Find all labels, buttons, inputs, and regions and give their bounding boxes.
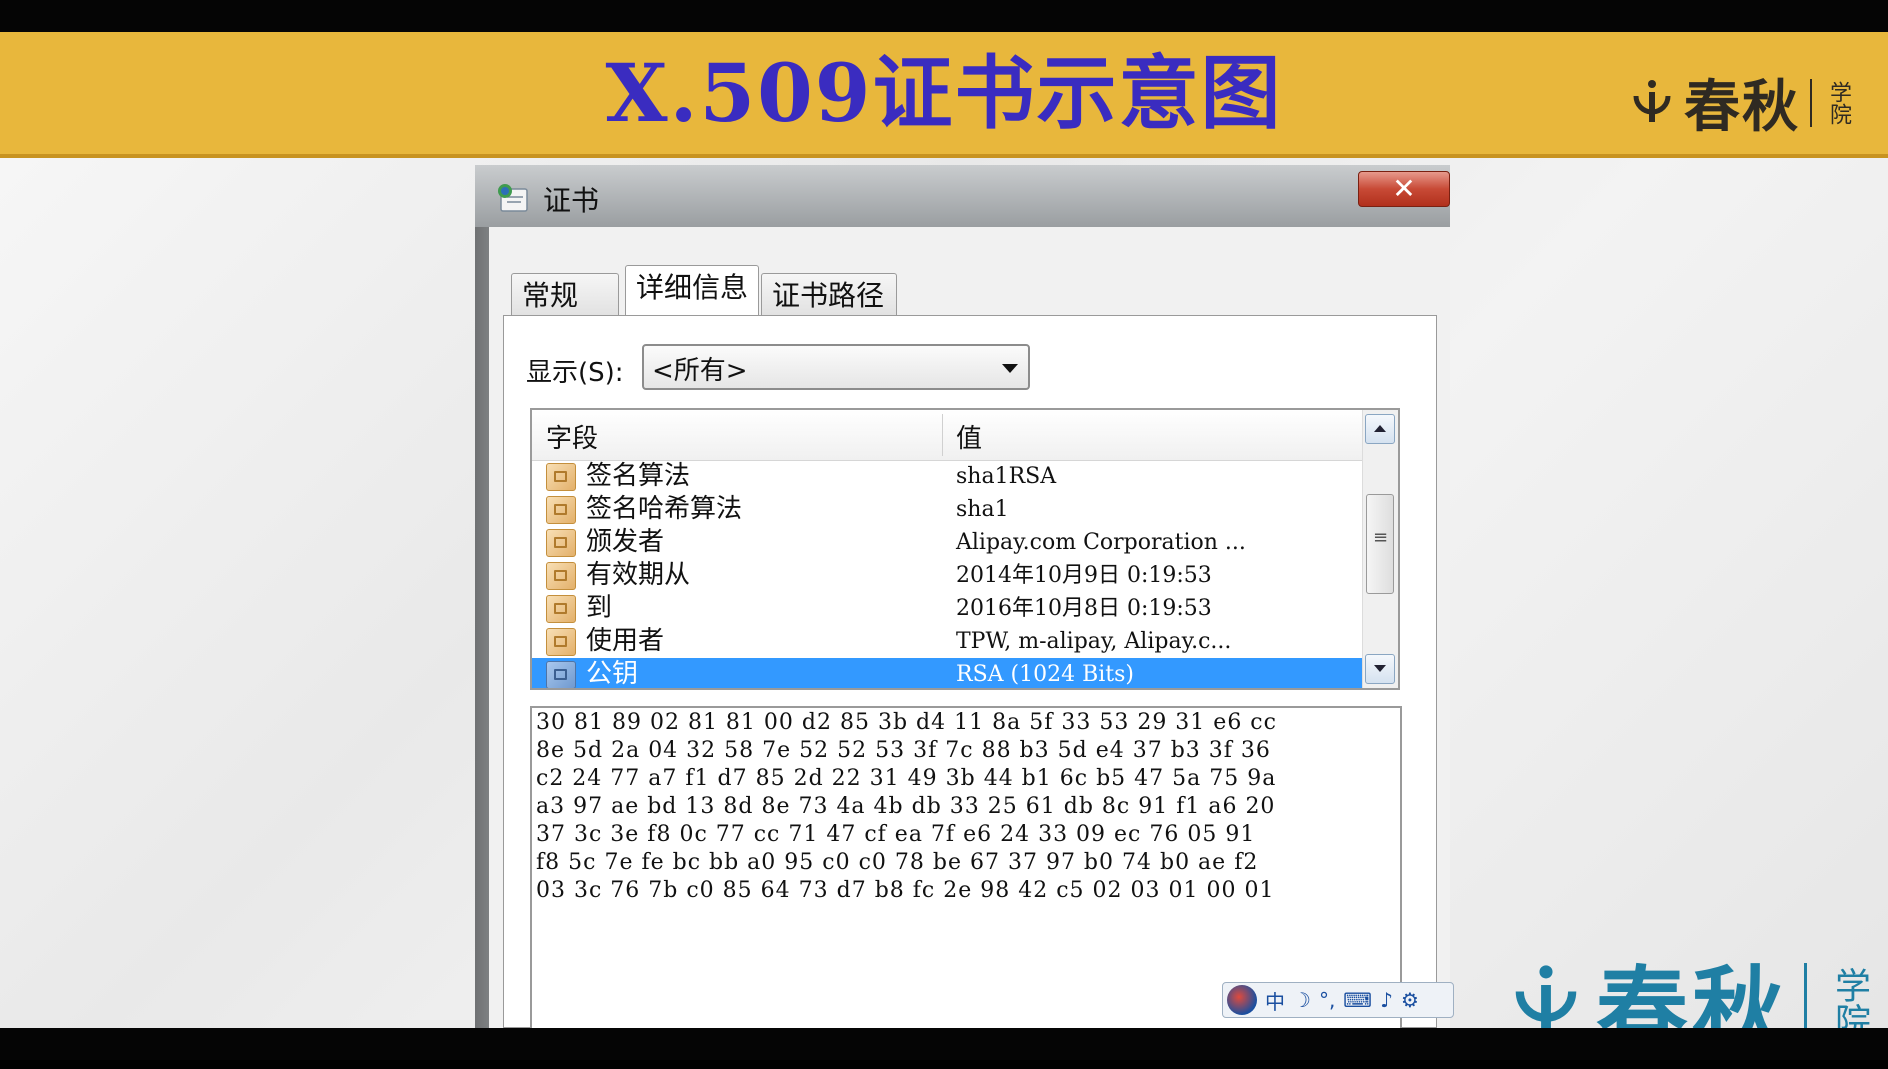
punctuation-icon[interactable]: °, <box>1319 988 1335 1012</box>
brand-logo-top: 春秋 学院 <box>1630 62 1886 143</box>
list-item[interactable]: 签名算法 sha1RSA <box>532 460 1365 493</box>
field-name: 颁发者 <box>586 527 665 557</box>
show-label: 显示(S): <box>526 358 624 388</box>
field-name: 到 <box>586 593 613 623</box>
field-name: 使用者 <box>586 626 665 656</box>
hex-line: 8e 5d 2a 04 32 58 7e 52 52 53 3f 7c 88 b… <box>536 738 1271 763</box>
field-value: TPW, m-alipay, Alipay.c... <box>956 629 1232 654</box>
list-item[interactable]: 颁发者 Alipay.com Corporation ... <box>532 526 1365 559</box>
field-icon <box>546 628 576 656</box>
field-list: 字段 值 签名算法 sha1RSA 签名哈希算法 sha1 颁发者 Alipay… <box>530 408 1400 690</box>
field-icon <box>546 562 576 590</box>
list-rows: 签名算法 sha1RSA 签名哈希算法 sha1 颁发者 Alipay.com … <box>532 460 1365 689</box>
list-item[interactable]: 有效期从 2014年10月9日 0:19:53 <box>532 559 1365 592</box>
list-item[interactable]: 到 2016年10月8日 0:19:53 <box>532 592 1365 625</box>
logo-brand-text: 春秋 <box>1684 75 1800 140</box>
slide-title: X.509证书示意图 <box>605 46 1283 140</box>
gear-icon[interactable]: ⚙ <box>1401 988 1419 1012</box>
list-header: 字段 值 <box>532 410 1365 461</box>
hex-line: f8 5c 7e fe bc bb a0 95 c0 c0 78 be 67 3… <box>536 850 1259 875</box>
logo-sub-text: 学院 <box>1826 80 1851 125</box>
hex-line: 03 3c 76 7b c0 85 64 73 d7 b8 fc 2e 98 4… <box>536 878 1275 903</box>
field-value: 2014年10月9日 0:19:53 <box>956 563 1212 588</box>
microphone-icon[interactable]: ♪ <box>1380 988 1393 1012</box>
list-scrollbar[interactable] <box>1362 410 1398 688</box>
field-name: 公钥 <box>586 659 639 689</box>
ime-mode-button[interactable]: 中 <box>1265 986 1285 1015</box>
field-name: 签名算法 <box>586 461 691 491</box>
hex-line: 37 3c 3e f8 0c 77 cc 71 47 cf ea 7f e6 2… <box>536 822 1256 847</box>
field-value: Alipay.com Corporation ... <box>956 530 1246 555</box>
dialog-title: 证书 <box>543 184 600 217</box>
chevron-down-icon[interactable] <box>1002 364 1018 373</box>
list-item[interactable]: 签名哈希算法 sha1 <box>532 493 1365 526</box>
field-value: 2016年10月8日 0:19:53 <box>956 596 1212 621</box>
ime-logo-icon[interactable] <box>1227 985 1257 1015</box>
field-icon <box>546 661 576 688</box>
field-icon <box>546 529 576 557</box>
field-name: 有效期从 <box>586 560 691 590</box>
keyboard-icon[interactable]: ⌨ <box>1343 988 1372 1012</box>
tab-details[interactable]: 详细信息 <box>625 265 759 315</box>
scroll-thumb[interactable] <box>1366 494 1394 594</box>
field-icon <box>546 496 576 524</box>
dialog-titlebar[interactable]: 证书 ✕ <box>475 165 1450 227</box>
list-item[interactable]: 使用者 TPW, m-alipay, Alipay.c... <box>532 625 1365 658</box>
hex-line: a3 97 ae bd 13 8d 8e 73 4a 4b db 33 25 6… <box>536 794 1276 819</box>
column-header-field[interactable]: 字段 <box>546 418 598 455</box>
slide-header: X.509证书示意图 <box>0 32 1888 158</box>
ime-toolbar[interactable]: 中 ☽ °, ⌨ ♪ ⚙ <box>1222 982 1454 1018</box>
tab-general[interactable]: 常规 <box>511 273 619 315</box>
value-detail-box[interactable]: 30 81 89 02 81 81 00 d2 85 3b d4 11 8a 5… <box>530 706 1402 1028</box>
dialog-client-area: 常规 详细信息 证书路径 显示(S): <所有> 字段 值 签名算法 sha1R… <box>489 227 1450 1028</box>
show-select[interactable]: <所有> <box>642 344 1030 390</box>
certificate-dialog: 证书 ✕ 常规 详细信息 证书路径 显示(S): <所有> 字段 值 签名算法 … <box>475 165 1450 1028</box>
certificate-icon <box>498 184 528 212</box>
logo-divider <box>1810 78 1812 127</box>
close-button[interactable]: ✕ <box>1358 171 1450 207</box>
logo-mark-icon <box>1633 79 1671 122</box>
field-value: sha1RSA <box>956 464 1057 489</box>
list-item-selected[interactable]: 公钥 RSA (1024 Bits) <box>532 658 1365 689</box>
top-letterbox <box>0 0 1888 32</box>
show-select-value: <所有> <box>652 356 748 386</box>
bottom-letterbox <box>0 1028 1888 1060</box>
field-icon <box>546 463 576 491</box>
field-name: 签名哈希算法 <box>586 494 743 524</box>
details-panel: 显示(S): <所有> 字段 值 签名算法 sha1RSA 签名哈希算法 sha… <box>503 315 1437 1028</box>
column-divider[interactable] <box>942 414 943 456</box>
column-header-value[interactable]: 值 <box>956 418 982 455</box>
scroll-down-icon[interactable] <box>1365 654 1395 684</box>
scroll-up-icon[interactable] <box>1365 414 1395 444</box>
hex-line: 30 81 89 02 81 81 00 d2 85 3b d4 11 8a 5… <box>536 710 1277 735</box>
field-icon <box>546 595 576 623</box>
field-value: RSA (1024 Bits) <box>956 662 1134 687</box>
field-value: sha1 <box>956 497 1009 522</box>
moon-icon[interactable]: ☽ <box>1293 988 1311 1012</box>
hex-line: c2 24 77 a7 f1 d7 85 2d 22 31 49 3b 44 b… <box>536 766 1277 791</box>
tab-certification-path[interactable]: 证书路径 <box>761 273 897 315</box>
